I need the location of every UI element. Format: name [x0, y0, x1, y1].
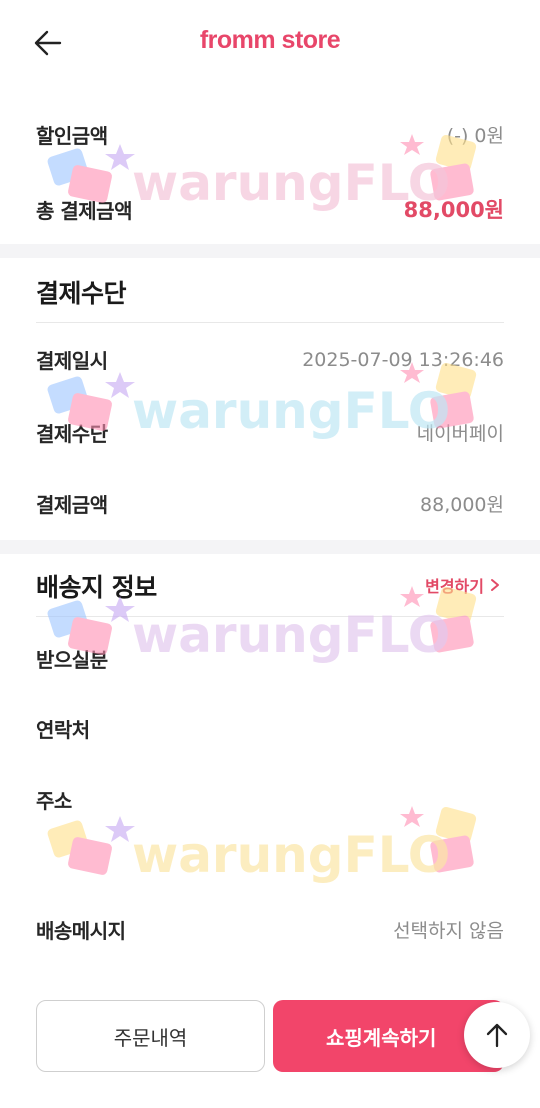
chevron-right-icon [491, 579, 499, 591]
order-history-button[interactable]: 주문내역 [36, 1000, 265, 1072]
payment-amount-value: 88,000원 [420, 494, 504, 516]
contact-row: 연락처 [36, 714, 504, 743]
message-row: 배송메시지 선택하지 않음 [36, 915, 504, 944]
total-label: 총 결제금액 [36, 198, 132, 223]
address-row: 주소 [36, 785, 504, 814]
payment-method-label: 결제수단 [36, 422, 108, 446]
recipient-label: 받으실분 [36, 648, 108, 672]
contact-label: 연락처 [36, 718, 90, 742]
payment-amount-label: 결제금액 [36, 493, 108, 517]
discount-label: 할인금액 [36, 124, 108, 148]
payment-date-row: 결제일시 2025-07-09 13:26:46 [36, 345, 504, 374]
total-row: 총 결제금액 88,000원 [36, 194, 504, 224]
address-label: 주소 [36, 789, 72, 813]
section-divider [0, 244, 540, 258]
payment-date-label: 결제일시 [36, 349, 108, 373]
total-value: 88,000원 [403, 198, 504, 222]
change-address-label: 변경하기 [425, 577, 484, 596]
recipient-row: 받으실분 [36, 644, 504, 673]
watermark-text: warungFLO [132, 826, 450, 884]
section-divider [0, 540, 540, 554]
watermark: warungFLO [40, 800, 510, 910]
watermark-graphic: warungFLO [47, 806, 477, 884]
payment-date-value: 2025-07-09 13:26:46 [302, 348, 504, 371]
arrow-up-icon [486, 1023, 508, 1048]
payment-amount-row: 결제금액 88,000원 [36, 489, 504, 518]
store-logo[interactable]: fromm store [0, 26, 540, 55]
change-address-button[interactable]: 변경하기 [425, 573, 500, 597]
message-value: 선택하지 않음 [393, 920, 504, 942]
payment-method-value: 네이버페이 [416, 423, 504, 445]
scroll-top-button[interactable] [464, 1002, 530, 1068]
discount-value: (-) 0원 [446, 125, 504, 147]
divider-line [36, 616, 504, 617]
header: fromm store [0, 0, 540, 86]
divider-line [36, 322, 504, 323]
discount-row: 할인금액 (-) 0원 [36, 120, 504, 149]
payment-method-row: 결제수단 네이버페이 [36, 418, 504, 447]
payment-section-title: 결제수단 [36, 279, 127, 308]
shipping-section-title: 배송지 정보 [36, 573, 157, 602]
message-label: 배송메시지 [36, 919, 126, 943]
